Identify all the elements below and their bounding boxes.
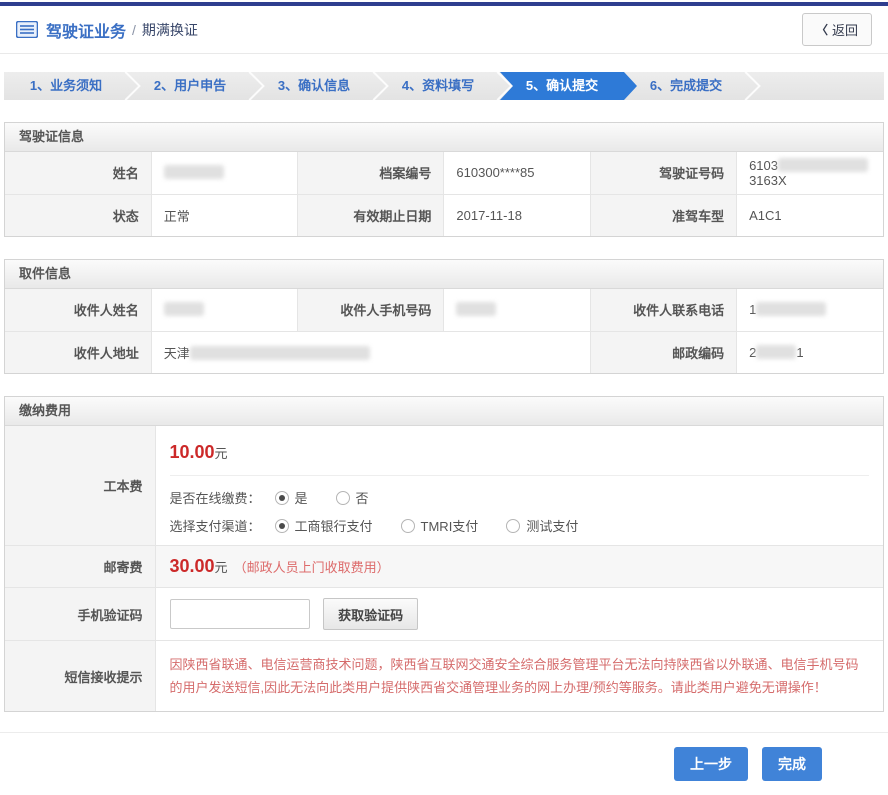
- table-row: 收件人姓名 收件人手机号码 收件人联系电话 1: [5, 289, 883, 331]
- fee-value-cell: 10.00元 是否在线缴费： 是 否 选择支付渠道： 工商银行支付 TMRI支付…: [155, 426, 883, 546]
- table-row: 收件人地址 天津 邮政编码 21: [5, 331, 883, 373]
- radio-online-pay-yes[interactable]: 是: [275, 488, 308, 507]
- table-row: 工本费 10.00元 是否在线缴费： 是 否 选择支付渠道： 工商银行支付 TM…: [5, 426, 883, 546]
- status-value: 正常: [151, 194, 297, 236]
- page-header: 驾驶证业务 / 期满换证 〈 返回: [0, 6, 888, 54]
- table-row: 姓名 档案编号 610300****85 驾驶证号码 61033163X: [5, 152, 883, 194]
- postal-code-value: 21: [737, 331, 883, 373]
- captcha-cell: 获取验证码: [155, 588, 883, 641]
- step-3-confirm-info[interactable]: 3、确认信息: [252, 72, 376, 100]
- table-row: 手机验证码 获取验证码: [5, 588, 883, 641]
- postage-label: 邮寄费: [5, 546, 155, 588]
- radio-unselected-icon[interactable]: [401, 519, 415, 533]
- redacted-recipient-mobile: [456, 302, 496, 316]
- recipient-phone-label: 收件人联系电话: [590, 289, 736, 331]
- breadcrumb-current: 期满换证: [142, 20, 198, 40]
- fee-amount-line: 10.00元: [170, 436, 870, 476]
- sms-tip-cell: 因陕西省联通、电信运营商技术问题，陕西省互联网交通安全综合服务管理平台无法向持陕…: [155, 641, 883, 712]
- captcha-input[interactable]: [170, 599, 310, 629]
- vehicle-type-value: A1C1: [737, 194, 883, 236]
- pay-channel-label: 选择支付渠道：: [170, 516, 261, 535]
- footer-actions: 上一步 完成: [0, 732, 888, 795]
- step-1-business-notice[interactable]: 1、业务须知: [4, 72, 128, 100]
- breadcrumb-separator: /: [132, 22, 136, 38]
- recipient-phone-value: 1: [737, 289, 883, 331]
- radio-unselected-icon[interactable]: [506, 519, 520, 533]
- postage-unit: 元: [215, 560, 228, 575]
- section-pickup-info: 取件信息 收件人姓名 收件人手机号码 收件人联系电话 1 收件人地址 天津 邮政…: [4, 259, 884, 374]
- status-label: 状态: [5, 194, 151, 236]
- radio-selected-icon[interactable]: [275, 519, 289, 533]
- back-button[interactable]: 〈 返回: [802, 13, 872, 46]
- back-chevron-icon: 〈: [816, 21, 828, 38]
- valid-until-value: 2017-11-18: [444, 194, 590, 236]
- section-payment: 缴纳费用 工本费 10.00元 是否在线缴费： 是 否 选择支付渠道： 工商银行…: [4, 396, 884, 712]
- section-license-info: 驾驶证信息 姓名 档案编号 610300****85 驾驶证号码 6103316…: [4, 122, 884, 237]
- license-no-label: 驾驶证号码: [590, 152, 736, 194]
- recipient-mobile-label: 收件人手机号码: [298, 289, 444, 331]
- name-value: [151, 152, 297, 194]
- recipient-address-value: 天津: [151, 331, 590, 373]
- section-title-pickup: 取件信息: [5, 260, 883, 289]
- table-row: 邮寄费 30.00元 （邮政人员上门收取费用）: [5, 546, 883, 588]
- radio-channel-icbc[interactable]: 工商银行支付: [275, 516, 373, 535]
- sms-tip-label: 短信接收提示: [5, 641, 155, 712]
- redacted-recipient-name: [164, 302, 204, 316]
- step-wizard: 1、业务须知 2、用户申告 3、确认信息 4、资料填写 5、确认提交 6、完成提…: [4, 72, 884, 100]
- table-row: 状态 正常 有效期止日期 2017-11-18 准驾车型 A1C1: [5, 194, 883, 236]
- step-bar-filler: [748, 72, 884, 100]
- online-pay-row: 是否在线缴费： 是 否: [170, 488, 870, 507]
- section-title-license: 驾驶证信息: [5, 123, 883, 152]
- recipient-address-label: 收件人地址: [5, 331, 151, 373]
- radio-selected-icon[interactable]: [275, 491, 289, 505]
- pay-channel-row: 选择支付渠道： 工商银行支付 TMRI支付 测试支付: [170, 516, 870, 535]
- fee-unit: 元: [215, 446, 228, 461]
- fee-label: 工本费: [5, 426, 155, 546]
- redacted-recipient-phone: [756, 302, 826, 316]
- online-pay-label: 是否在线缴费：: [170, 488, 261, 507]
- license-menu-icon: [16, 21, 38, 38]
- table-row: 短信接收提示 因陕西省联通、电信运营商技术问题，陕西省互联网交通安全综合服务管理…: [5, 641, 883, 712]
- recipient-name-value: [151, 289, 297, 331]
- radio-channel-tmri[interactable]: TMRI支付: [401, 516, 479, 535]
- postage-value-cell: 30.00元 （邮政人员上门收取费用）: [155, 546, 883, 588]
- file-no-label: 档案编号: [298, 152, 444, 194]
- valid-until-label: 有效期止日期: [298, 194, 444, 236]
- redacted-recipient-address: [190, 346, 370, 360]
- recipient-mobile-value: [444, 289, 590, 331]
- finish-button[interactable]: 完成: [762, 747, 822, 781]
- radio-online-pay-no[interactable]: 否: [336, 488, 369, 507]
- get-captcha-button[interactable]: 获取验证码: [323, 598, 418, 630]
- redacted-name: [164, 165, 224, 179]
- fee-amount: 10.00: [170, 442, 215, 462]
- redacted-license-no: [778, 158, 868, 172]
- vehicle-type-label: 准驾车型: [590, 194, 736, 236]
- file-no-value: 610300****85: [444, 152, 590, 194]
- postage-amount: 30.00: [170, 556, 215, 576]
- step-4-fill-data[interactable]: 4、资料填写: [376, 72, 500, 100]
- page-title: 驾驶证业务: [46, 18, 126, 42]
- redacted-postal-code: [756, 345, 796, 359]
- name-label: 姓名: [5, 152, 151, 194]
- license-no-value: 61033163X: [737, 152, 883, 194]
- recipient-name-label: 收件人姓名: [5, 289, 151, 331]
- captcha-label: 手机验证码: [5, 588, 155, 641]
- postage-note: （邮政人员上门收取费用）: [234, 560, 390, 575]
- back-button-label: 返回: [832, 20, 858, 39]
- step-2-user-declaration[interactable]: 2、用户申告: [128, 72, 252, 100]
- postal-code-label: 邮政编码: [590, 331, 736, 373]
- sms-tip-text: 因陕西省联通、电信运营商技术问题，陕西省互联网交通安全综合服务管理平台无法向持陕…: [170, 651, 870, 701]
- radio-unselected-icon[interactable]: [336, 491, 350, 505]
- radio-channel-test[interactable]: 测试支付: [506, 516, 578, 535]
- step-6-complete-submit[interactable]: 6、完成提交: [624, 72, 748, 100]
- previous-step-button[interactable]: 上一步: [674, 747, 748, 781]
- section-title-payment: 缴纳费用: [5, 397, 883, 426]
